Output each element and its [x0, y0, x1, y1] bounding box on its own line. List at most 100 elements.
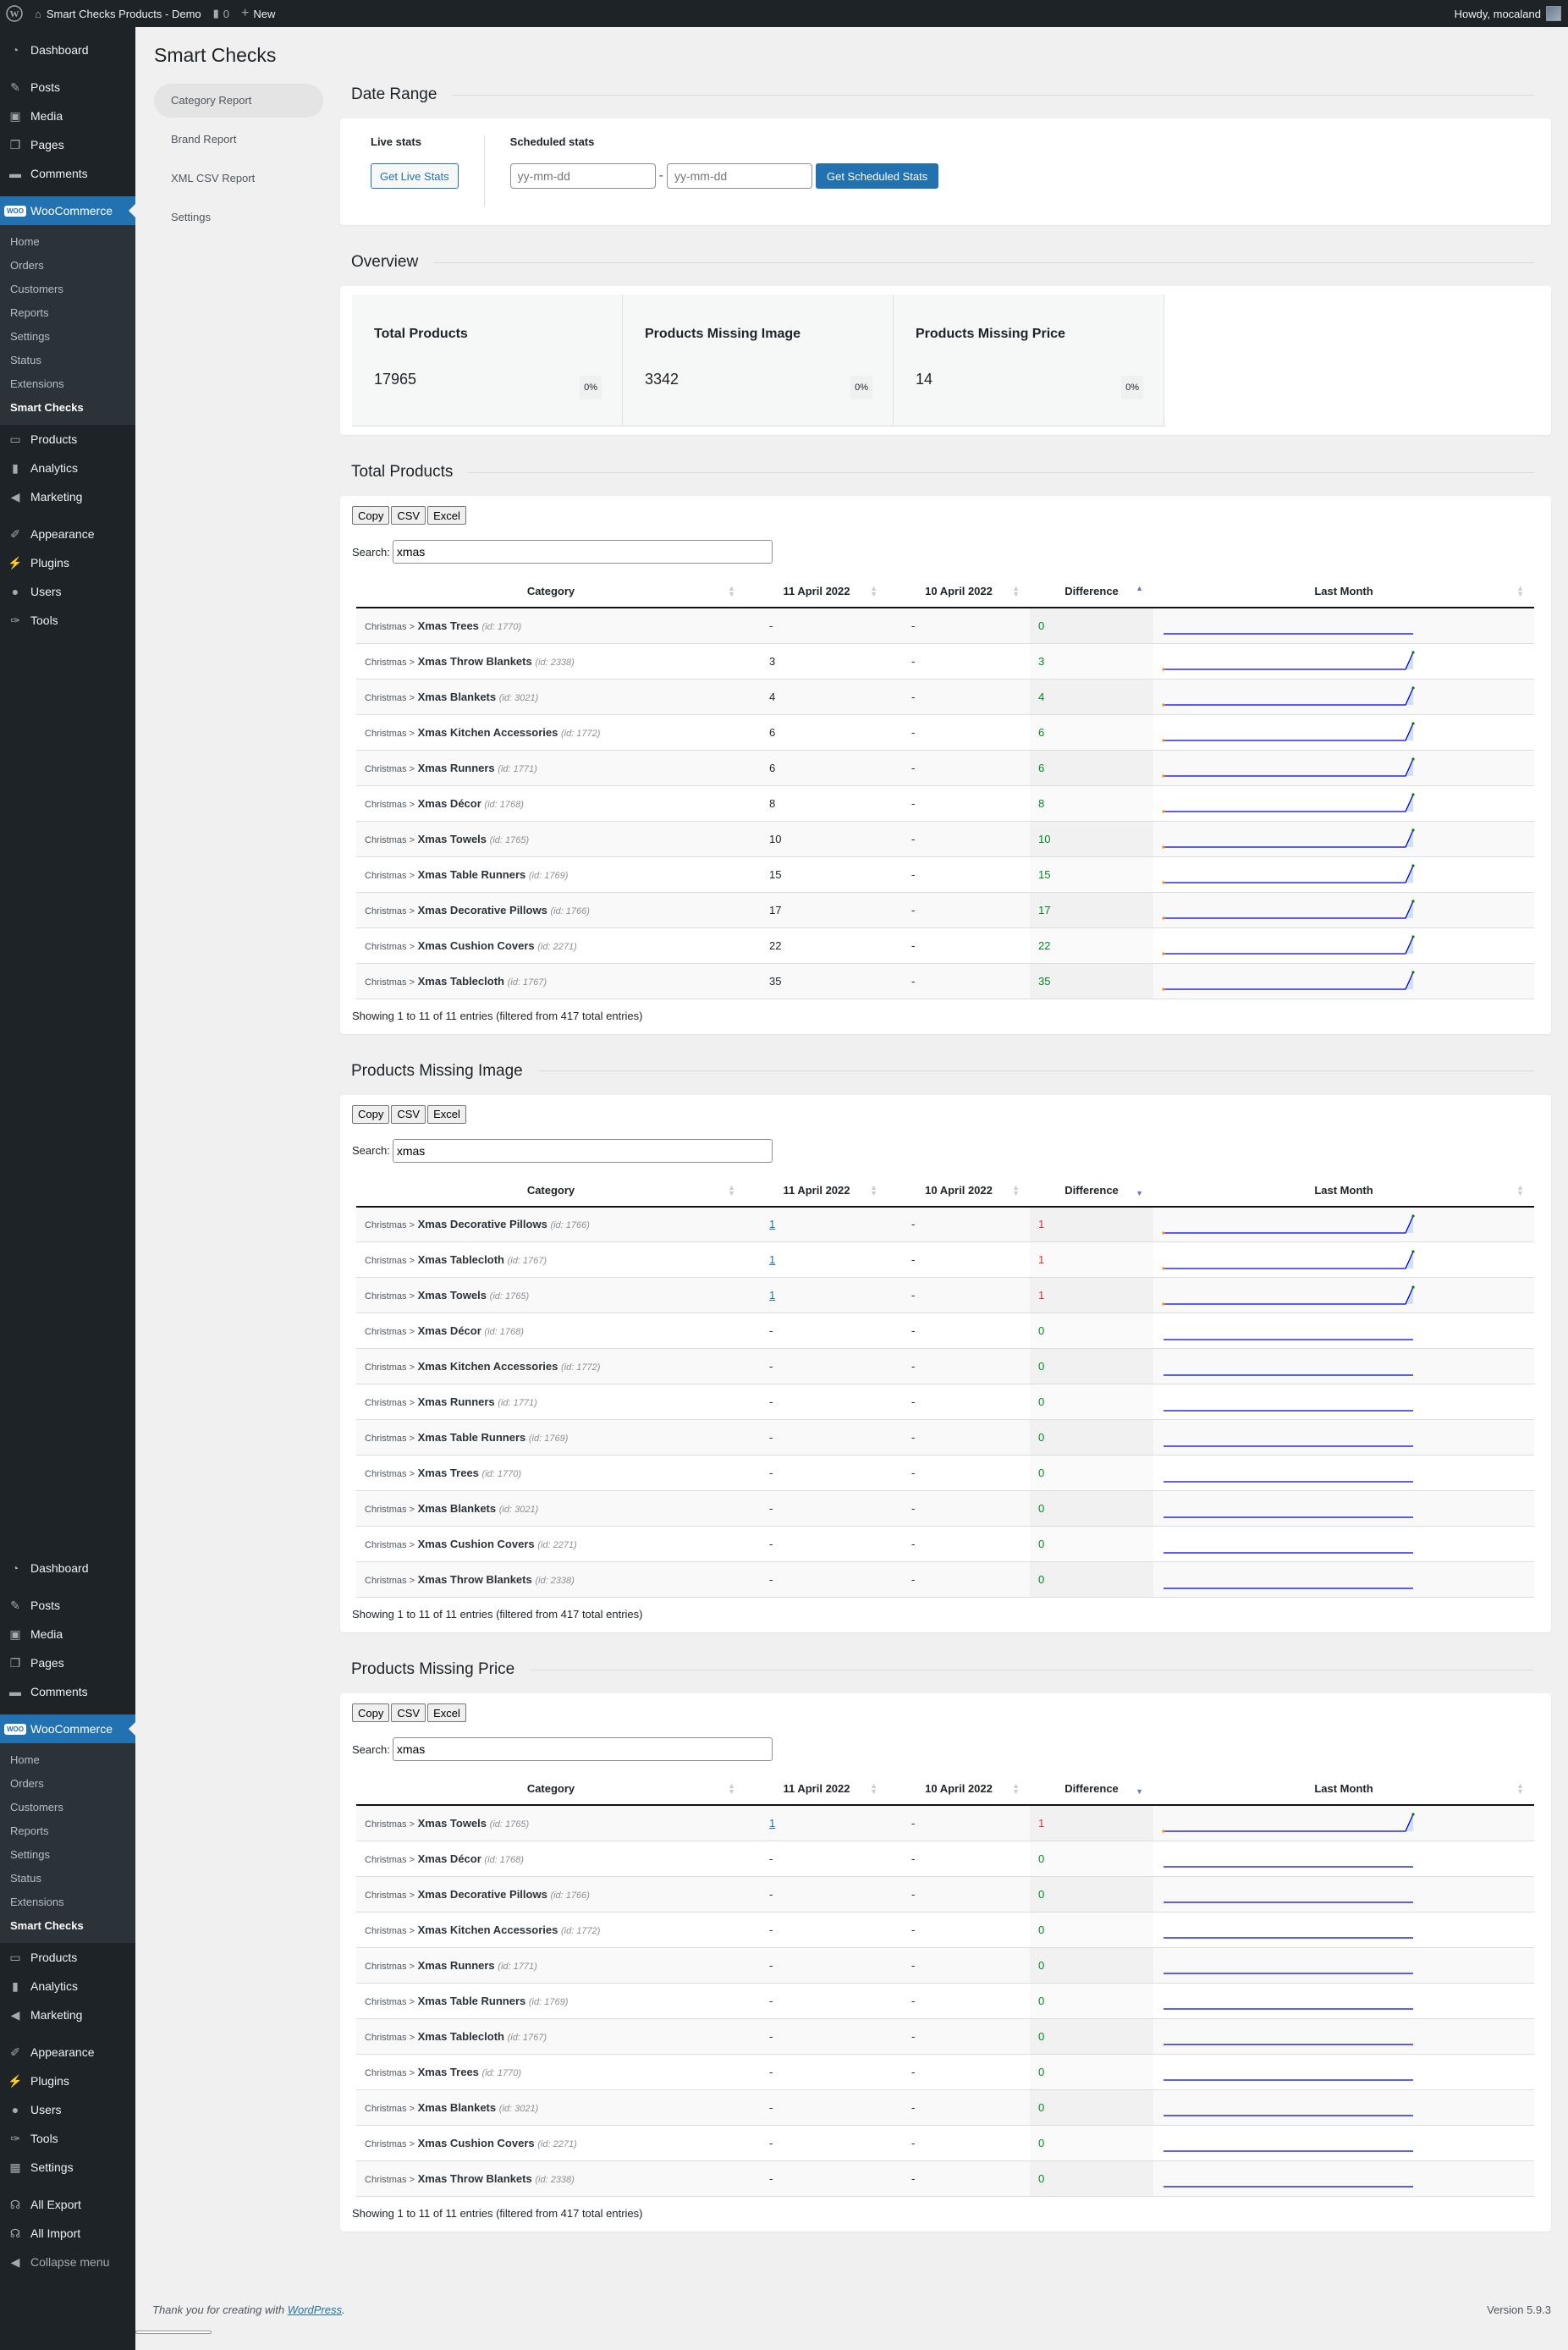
copy-button[interactable]: Copy [352, 506, 390, 525]
copy-button[interactable]: Copy [352, 1703, 390, 1722]
csv-button[interactable]: CSV [391, 1104, 426, 1124]
column-header-10-april-2022[interactable]: 10 April 2022 ▲ ▼ [888, 575, 1030, 608]
column-header-10-april-2022[interactable]: 10 April 2022 ▲ ▼ [888, 1773, 1030, 1806]
subnav-settings[interactable]: Settings [154, 201, 323, 234]
column-header-11-april-2022[interactable]: 11 April 2022 ▲ ▼ [745, 1773, 888, 1806]
sidebar-item-pages[interactable]: ❐ Pages [0, 1648, 135, 1677]
count-link[interactable]: 1 [769, 1289, 775, 1302]
sidebar-item-marketing[interactable]: ◀ Marketing [0, 2001, 135, 2029]
submenu-item-settings[interactable]: Settings [0, 325, 135, 349]
sort-icon: ▲ ▼ [870, 1781, 878, 1796]
my-account[interactable]: Howdy, mocaland [1449, 0, 1568, 27]
column-header-last-month[interactable]: Last Month ▲ ▼ [1153, 575, 1534, 608]
submenu-item-home[interactable]: Home [0, 230, 135, 254]
sidebar-item-users[interactable]: ● Users [0, 577, 135, 606]
collapse-menu-button[interactable]: ◀ Collapse menu [0, 2248, 135, 2276]
sidebar-item-comments[interactable]: ▬ Comments [0, 159, 135, 188]
sidebar-item-all-export[interactable]: ☊ All Export [0, 2190, 135, 2219]
sidebar-item-tools[interactable]: ✑ Tools [0, 606, 135, 635]
submenu-item-customers[interactable]: Customers [0, 278, 135, 301]
sidebar-item-plugins[interactable]: ⚡ Plugins [0, 2067, 135, 2095]
column-header-category[interactable]: Category ▲ ▼ [356, 1174, 745, 1208]
sidebar-item-appearance[interactable]: ✐ Appearance [0, 2038, 135, 2067]
sidebar-item-appearance[interactable]: ✐ Appearance [0, 520, 135, 548]
submenu-item-status[interactable]: Status [0, 349, 135, 372]
count-link[interactable]: 1 [769, 1218, 775, 1230]
sidebar-item-plugins[interactable]: ⚡ Plugins [0, 548, 135, 577]
wordpress-logo-icon[interactable]: W [0, 0, 29, 27]
column-header-difference[interactable]: Difference ▼ [1030, 1174, 1153, 1208]
submenu-item-orders[interactable]: Orders [0, 254, 135, 278]
column-header-difference[interactable]: Difference ▼ [1030, 1773, 1153, 1806]
date-from-input[interactable] [509, 163, 656, 189]
sidebar-item-users[interactable]: ● Users [0, 2095, 135, 2124]
difference-value: 0 [1038, 2100, 1045, 2114]
subnav-brand-report[interactable]: Brand Report [154, 123, 323, 157]
column-header-10-april-2022[interactable]: 10 April 2022 ▲ ▼ [888, 1174, 1030, 1208]
subnav-xml-csv-report[interactable]: XML CSV Report [154, 162, 323, 195]
sidebar-item-dashboard[interactable]: ◔ Dashboard [0, 36, 135, 64]
column-header-difference[interactable]: Difference ▲ [1030, 575, 1153, 608]
date-11-cell: - [745, 1313, 888, 1349]
site-name-link[interactable]: ⌂ Smart Checks Products - Demo [29, 0, 207, 27]
column-header-category[interactable]: Category ▲ ▼ [356, 1773, 745, 1806]
submenu-item-settings[interactable]: Settings [0, 1843, 135, 1867]
subnav-category-report[interactable]: Category Report [154, 84, 323, 118]
get-live-stats-button[interactable]: Get Live Stats [371, 163, 459, 189]
sidebar-item-all-import[interactable]: ☊ All Import [0, 2219, 135, 2248]
column-header-11-april-2022[interactable]: 11 April 2022 ▲ ▼ [745, 1174, 888, 1208]
submenu-item-smart-checks[interactable]: Smart Checks [0, 1914, 135, 1938]
count-link[interactable]: 1 [769, 1253, 775, 1266]
submenu-item-customers[interactable]: Customers [0, 1796, 135, 1819]
copy-button[interactable]: Copy [352, 1104, 390, 1124]
date-to-input[interactable] [666, 163, 812, 189]
sidebar-item-tools[interactable]: ✑ Tools [0, 2124, 135, 2153]
column-header-11-april-2022[interactable]: 11 April 2022 ▲ ▼ [745, 575, 888, 608]
excel-button[interactable]: Excel [427, 506, 466, 525]
comments-link[interactable]: ▮ 0 [207, 0, 235, 27]
sidebar-item-posts[interactable]: ✎ Posts [0, 73, 135, 102]
sidebar-item-posts[interactable]: ✎ Posts [0, 1591, 135, 1620]
megaphone-icon: ◀ [10, 2007, 20, 2022]
wordpress-link[interactable]: WordPress [288, 2303, 342, 2316]
search-input[interactable] [392, 1737, 773, 1761]
column-header-category[interactable]: Category ▲ ▼ [356, 575, 745, 608]
sidebar-item-products[interactable]: ▭ Products [0, 1943, 135, 1972]
table-row: Christmas > Xmas Blankets (id: 3021) - -… [356, 1490, 1534, 1527]
sidebar-item-analytics[interactable]: ▮ Analytics [0, 454, 135, 482]
column-header-last-month[interactable]: Last Month ▲ ▼ [1153, 1773, 1534, 1806]
csv-button[interactable]: CSV [391, 1703, 426, 1722]
sidebar-item-woocommerce[interactable]: WOO WooCommerce [0, 196, 135, 225]
search-input[interactable] [392, 1138, 773, 1163]
sidebar-item-pages[interactable]: ❐ Pages [0, 130, 135, 159]
submenu-item-smart-checks[interactable]: Smart Checks [0, 396, 135, 420]
submenu-item-extensions[interactable]: Extensions [0, 372, 135, 396]
new-content-link[interactable]: + New [235, 0, 281, 27]
sidebar-item-products[interactable]: ▭ Products [0, 425, 135, 454]
submenu-item-orders[interactable]: Orders [0, 1772, 135, 1796]
count-link[interactable]: 1 [769, 1817, 775, 1830]
submenu-item-extensions[interactable]: Extensions [0, 1890, 135, 1914]
get-scheduled-stats-button[interactable]: Get Scheduled Stats [815, 163, 939, 189]
search-input[interactable] [392, 540, 773, 564]
date-10-cell: - [888, 856, 1030, 893]
sidebar-item-woocommerce[interactable]: WOO WooCommerce [0, 1714, 135, 1743]
category-id: (id: 3021) [498, 2103, 539, 2114]
sidebar-item-analytics[interactable]: ▮ Analytics [0, 1972, 135, 2001]
submenu-item-reports[interactable]: Reports [0, 301, 135, 325]
excel-button[interactable]: Excel [427, 1703, 466, 1722]
sidebar-item-marketing[interactable]: ◀ Marketing [0, 482, 135, 511]
sidebar-item-media[interactable]: ▣ Media [0, 102, 135, 130]
submenu-item-reports[interactable]: Reports [0, 1819, 135, 1843]
sparkline-line [1164, 794, 1414, 812]
column-header-last-month[interactable]: Last Month ▲ ▼ [1153, 1174, 1534, 1208]
sidebar-item-media[interactable]: ▣ Media [0, 1620, 135, 1648]
sidebar-item-dashboard[interactable]: ◔ Dashboard [0, 1554, 135, 1582]
csv-button[interactable]: CSV [391, 506, 426, 525]
sidebar-item-comments[interactable]: ▬ Comments [0, 1677, 135, 1706]
submenu-item-status[interactable]: Status [0, 1867, 135, 1890]
horizontal-scrollbar[interactable] [135, 2331, 212, 2334]
submenu-item-home[interactable]: Home [0, 1748, 135, 1772]
excel-button[interactable]: Excel [427, 1104, 466, 1124]
sidebar-item-settings[interactable]: ▦ Settings [0, 2153, 135, 2182]
